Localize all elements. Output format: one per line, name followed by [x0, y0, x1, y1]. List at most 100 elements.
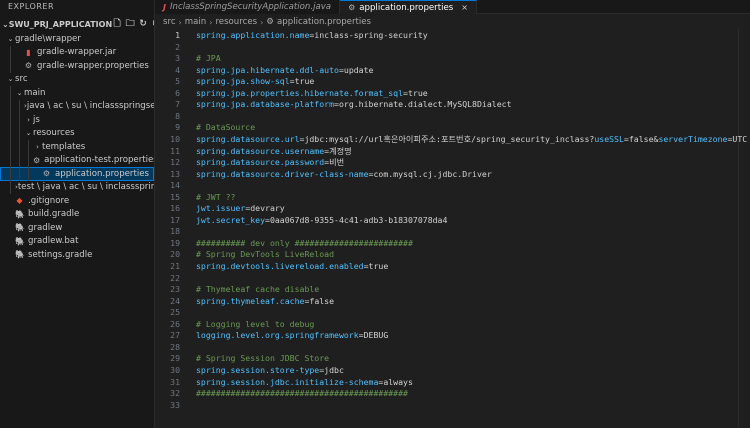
code-line[interactable]: 11 spring.datasource.username=계정명 — [155, 146, 750, 158]
project-header[interactable]: ⌄ SWU_PRJ_APPLICATION 🗋 🗀 ↻ ⧉ — [0, 16, 154, 32]
code-line[interactable]: 4 spring.jpa.hibernate.ddl-auto=update — [155, 65, 750, 77]
tree-item-label: java \ ac \ su \ inclassspringsecurity — [26, 101, 155, 112]
refresh-icon[interactable]: ↻ — [138, 19, 148, 29]
tree-item[interactable]: 🐘 settings.gradle — [0, 248, 154, 262]
line-number: 28 — [170, 341, 180, 352]
code-line[interactable]: 26 # Logging level to debug — [155, 319, 750, 331]
breadcrumb-item[interactable]: src — [163, 17, 176, 27]
tree-item[interactable]: 🐘 build.gradle — [0, 208, 154, 222]
code-line[interactable]: 18 — [155, 226, 750, 238]
code-line[interactable]: 1 spring.application.name=inclass-spring-… — [155, 30, 750, 42]
property-key: serverTimezone — [658, 133, 728, 144]
property-key: spring.jpa.hibernate.ddl-auto — [196, 64, 339, 75]
tree-item[interactable]: › templates — [0, 140, 154, 154]
line-number: 27 — [170, 330, 180, 341]
tab-application-properties[interactable]: ⚙ application.properties × — [340, 0, 477, 14]
code-text: # JWT ?? — [196, 192, 235, 204]
close-icon[interactable]: × — [461, 3, 468, 12]
code-line[interactable]: 29 # Spring Session JDBC Store — [155, 353, 750, 365]
comment: # JPA — [196, 53, 221, 64]
tree-item[interactable]: ⌄ resources — [0, 126, 154, 140]
code-line[interactable]: 2 — [155, 42, 750, 54]
tree-item[interactable]: ›test \ java \ ac \ su \ inclassspringse… — [0, 180, 154, 194]
code-line[interactable]: 31 spring.session.jdbc.initialize-schema=… — [155, 377, 750, 389]
code-line[interactable]: 16 jwt.issuer=devrary — [155, 203, 750, 215]
code-line[interactable]: 25 — [155, 307, 750, 319]
tree-item[interactable]: › js — [0, 113, 154, 127]
code-line[interactable]: 19 ########## dev only ##################… — [155, 238, 750, 250]
property-value: true — [407, 87, 428, 98]
line-number: 9 — [175, 122, 180, 133]
gear-icon: ⚙ — [33, 155, 41, 165]
line-number: 10 — [170, 133, 180, 144]
new-file-icon[interactable]: 🗋 — [112, 19, 122, 29]
indent-guide — [10, 99, 11, 113]
code-line[interactable]: 8 — [155, 111, 750, 123]
comment: # DataSource — [196, 122, 256, 133]
code-line[interactable]: 10 spring.datasource.url=jdbc:mysql://url… — [155, 134, 750, 146]
indent-guide — [19, 113, 20, 127]
chevron-right-icon: › — [209, 17, 213, 27]
property-value: com.mysql.cj.jdbc.Driver — [373, 168, 492, 179]
code-line[interactable]: 3 # JPA — [155, 53, 750, 65]
chevron-right-icon: › — [260, 17, 264, 27]
breadcrumb-item[interactable]: main — [185, 17, 206, 27]
tree-item[interactable]: ›java \ ac \ su \ inclassspringsecurity — [0, 99, 155, 113]
tree-item[interactable]: 🐘 gradlew.bat — [0, 235, 154, 249]
tree-item[interactable]: ⌄ main — [0, 86, 154, 100]
code-text: jwt.issuer=devrary — [196, 203, 285, 215]
code-line[interactable]: 32 ######################################… — [155, 388, 750, 400]
code-line[interactable]: 22 — [155, 273, 750, 285]
code-line[interactable]: 27 logging.level.org.springframework=DEBU… — [155, 330, 750, 342]
tree-item-label: src — [15, 74, 28, 85]
property-key: jwt.issuer — [196, 203, 246, 214]
code-text: # Thymeleaf cache disable — [196, 284, 319, 296]
code-line[interactable]: 5 spring.jpa.show-sql=true — [155, 76, 750, 88]
tree-item[interactable]: ⚙ application.properties — [0, 167, 154, 181]
breadcrumb-item[interactable]: resources — [215, 17, 257, 27]
code-line[interactable]: 28 — [155, 342, 750, 354]
code-line[interactable]: 14 — [155, 180, 750, 192]
code-line[interactable]: 23 # Thymeleaf cache disable — [155, 284, 750, 296]
new-folder-icon[interactable]: 🗀 — [125, 19, 135, 29]
code-line[interactable]: 9 # DataSource — [155, 122, 750, 134]
property-value: inclass-spring-security — [314, 30, 428, 40]
breadcrumb-item[interactable]: application.properties — [277, 17, 371, 27]
code-line[interactable]: 15 # JWT ?? — [155, 192, 750, 204]
code-text: spring.application.name=inclass-spring-s… — [196, 30, 428, 42]
tree-item[interactable]: ◆ .gitignore — [0, 194, 154, 208]
code-line[interactable]: 13 spring.datasource.driver-class-name=co… — [155, 169, 750, 181]
tree-item[interactable]: 🐘 gradlew — [0, 221, 154, 235]
property-key: spring.jpa.show-sql — [196, 76, 290, 87]
tree-item-label: gradle-wrapper.properties — [37, 60, 149, 71]
indent-guide — [19, 153, 20, 167]
code-text: spring.datasource.url=jdbc:mysql://url혹은… — [196, 134, 747, 146]
tree-item[interactable]: ⚙ application-test.properties — [0, 153, 154, 167]
tab-inclass-application-java[interactable]: J InclassSpringSecurityApplication.java — [155, 0, 341, 14]
code-editor[interactable]: 1 spring.application.name=inclass-spring-… — [155, 29, 750, 428]
code-line[interactable]: 33 — [155, 400, 750, 412]
tree-item[interactable]: ⌄ src — [0, 73, 154, 87]
indent-guide — [10, 140, 11, 154]
indent-guide — [19, 99, 20, 113]
chevron-down-icon: ⌄ — [25, 129, 32, 138]
indent-guide — [10, 167, 11, 181]
indent-guide — [28, 167, 29, 181]
code-line[interactable]: 30 spring.session.store-type=jdbc — [155, 365, 750, 377]
code-line[interactable]: 6 spring.jpa.properties.hibernate.format_… — [155, 88, 750, 100]
tree-item[interactable]: ▮ gradle-wrapper.jar — [0, 45, 154, 59]
code-line[interactable]: 12 spring.datasource.password=비번 — [155, 157, 750, 169]
explorer-title: EXPLORER — [8, 2, 54, 11]
line-number: 3 — [175, 53, 180, 64]
tree-item[interactable]: ⚙ gradle-wrapper.properties — [0, 59, 154, 73]
code-line[interactable]: 20 # Spring DevTools LiveReload — [155, 249, 750, 261]
indent-guide — [28, 153, 29, 167]
indent-guide — [19, 167, 20, 181]
tree-item[interactable]: ⌄ gradle\wrapper — [0, 32, 154, 46]
code-line[interactable]: 24 spring.thymeleaf.cache=false — [155, 296, 750, 308]
code-line[interactable]: 7 spring.jpa.database-platform=org.hibern… — [155, 99, 750, 111]
code-line[interactable]: 21 spring.devtools.livereload.enabled=tru… — [155, 261, 750, 273]
code-text: spring.jpa.show-sql=true — [196, 76, 314, 88]
code-line[interactable]: 17 jwt.secret_key=0aa067d8-9355-4c41-adb3… — [155, 215, 750, 227]
gear-icon: ⚙ — [266, 17, 275, 27]
